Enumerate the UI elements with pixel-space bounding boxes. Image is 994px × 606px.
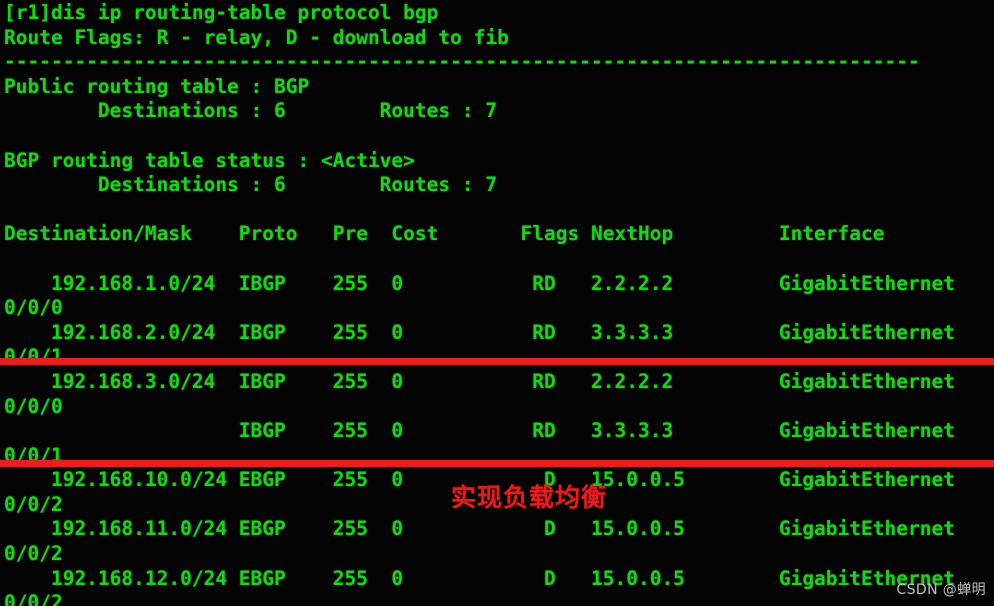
route-table-column-header: Destination/Mask Proto Pre Cost Flags Ne… [4, 222, 885, 246]
blank-line-3 [0, 247, 994, 272]
table-row: IBGP 255 0 RD 3.3.3.3 GigabitEthernet [4, 419, 955, 443]
table-row: 192.168.11.0/24 EBGP 255 0 D 15.0.0.5 Gi… [4, 517, 955, 541]
table-row: 192.168.12.0/24 EBGP 255 0 D 15.0.0.5 Gi… [4, 566, 955, 590]
terminal-window[interactable]: [r1]dis ip routing-table protocol bgp Ro… [0, 0, 994, 606]
terminal-output: [r1]dis ip routing-table protocol bgp Ro… [0, 0, 994, 606]
blank-line-2 [0, 198, 994, 223]
table-row-wrap: 0/0/2 [4, 591, 63, 606]
separator-rule: ----------------------------------------… [4, 50, 920, 74]
highlight-rule-bottom [0, 460, 994, 467]
table-row-wrap: 0/0/0 [4, 296, 63, 320]
table-row: 192.168.1.0/24 IBGP 255 0 RD 2.2.2.2 Gig… [4, 271, 955, 295]
highlight-rule-top [0, 358, 994, 365]
public-routing-table-title: Public routing table : BGP [4, 74, 310, 98]
command-prompt-line: [r1]dis ip routing-table protocol bgp [4, 1, 439, 24]
table-row: 192.168.2.0/24 IBGP 255 0 RD 3.3.3.3 Gig… [4, 320, 955, 344]
public-routing-table-counts: Destinations : 6 Routes : 7 [4, 99, 498, 123]
bgp-routing-table-status: BGP routing table status : <Active> [4, 148, 415, 172]
bgp-routing-table-counts: Destinations : 6 Routes : 7 [4, 173, 498, 197]
blank-line-1 [0, 124, 994, 149]
table-row-wrap: 0/0/2 [4, 542, 63, 566]
route-flags-legend: Route Flags: R - relay, D - download to … [4, 25, 509, 49]
csdn-watermark: CSDN @蝉明 [896, 582, 986, 599]
load-balance-annotation: 实现负载均衡 [451, 483, 608, 512]
table-row-wrap: 0/0/0 [4, 394, 63, 418]
table-row: 192.168.3.0/24 IBGP 255 0 RD 2.2.2.2 Gig… [4, 369, 955, 393]
